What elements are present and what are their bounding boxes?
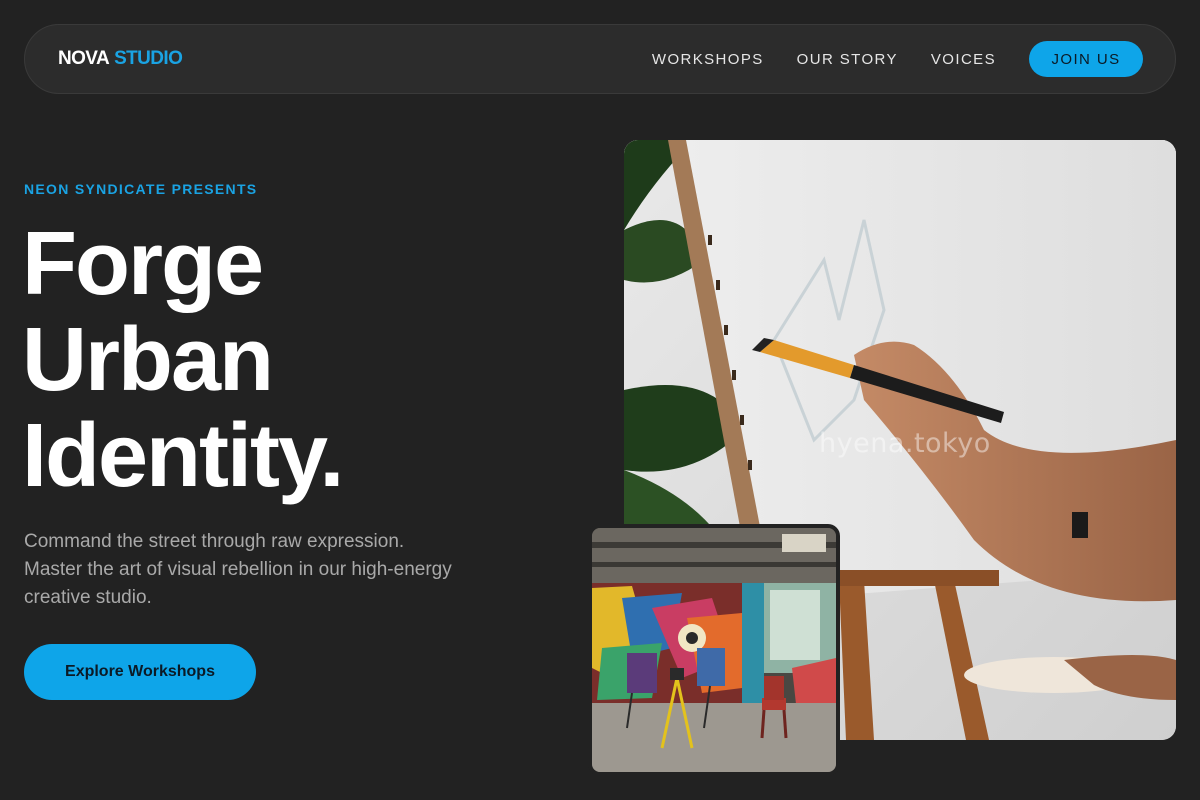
join-us-button[interactable]: JOIN US [1029,41,1143,77]
brand-logo[interactable]: NOVA STUDIO [58,48,183,70]
photo-watermark: hyena.tokyo [819,428,991,459]
nav-link-workshops[interactable]: WORKSHOPS [652,51,764,68]
headline-line-3: Identity. [22,406,344,506]
graffiti-studio-illustration [592,528,836,772]
nav-links: WORKSHOPS OUR STORY VOICES JOIN US [652,41,1143,77]
hero-subtitle: Command the street through raw expressio… [24,531,452,608]
logo-accent-text: STUDIO [114,48,183,69]
top-navigation: NOVA STUDIO WORKSHOPS OUR STORY VOICES J… [24,24,1176,94]
headline-line-2: Urban [22,310,274,410]
nav-link-voices[interactable]: VOICES [931,51,996,68]
explore-workshops-button[interactable]: Explore Workshops [24,644,256,700]
graffiti-studio-photo [588,524,840,776]
hero-headline: Forge Urban Identity. [22,216,562,504]
hero-eyebrow: NEON SYNDICATE PRESENTS [24,181,258,197]
headline-line-1: Forge [22,214,264,314]
nav-link-our-story[interactable]: OUR STORY [797,51,898,68]
logo-primary-text: NOVA [58,48,110,69]
landing-page: NOVA STUDIO WORKSHOPS OUR STORY VOICES J… [0,0,1200,800]
